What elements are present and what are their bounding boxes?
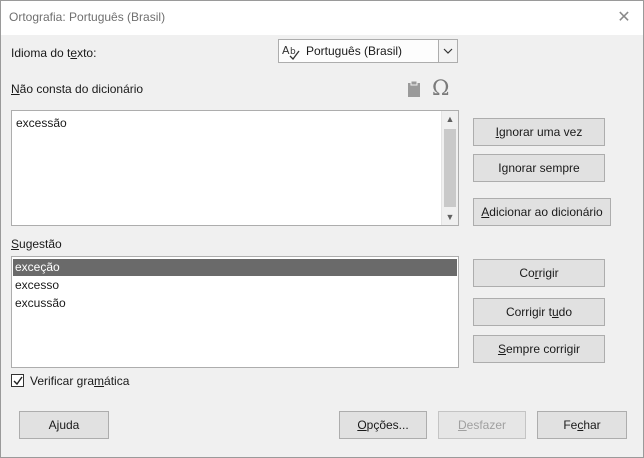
window-title: Ortografia: Português (Brasil) bbox=[9, 10, 166, 24]
spelling-dialog: Ortografia: Português (Brasil) ✕ Idioma … bbox=[0, 0, 644, 458]
correct-all-button[interactable]: Corrigir tudo bbox=[473, 298, 605, 326]
scroll-thumb[interactable] bbox=[444, 129, 456, 207]
text-area-scrollbar[interactable]: ▲ ▼ bbox=[441, 111, 458, 225]
spellcheck-language-icon: A b bbox=[282, 42, 302, 60]
scroll-up-icon[interactable]: ▲ bbox=[442, 111, 458, 127]
title-bar: Ortografia: Português (Brasil) ✕ bbox=[1, 1, 643, 35]
check-grammar-checkbox[interactable] bbox=[11, 374, 24, 387]
close-icon[interactable]: ✕ bbox=[615, 9, 633, 27]
language-label: Idioma do texto: bbox=[11, 46, 97, 60]
correct-button[interactable]: Corrigir bbox=[473, 259, 605, 287]
scroll-down-icon[interactable]: ▼ bbox=[442, 209, 458, 225]
help-button[interactable]: Ajuda bbox=[19, 411, 109, 439]
suggestion-item[interactable]: excussão bbox=[13, 295, 457, 312]
always-correct-button[interactable]: Sempre corrigir bbox=[473, 335, 605, 363]
language-select[interactable]: A b Português (Brasil) bbox=[278, 39, 458, 63]
ignore-once-button[interactable]: Ignorar uma vez bbox=[473, 118, 605, 146]
omega-icon[interactable]: Ω bbox=[432, 76, 449, 100]
suggestion-item[interactable]: exceção bbox=[13, 259, 457, 276]
language-selected-value: Português (Brasil) bbox=[306, 44, 403, 58]
paste-icon[interactable] bbox=[407, 80, 421, 98]
check-grammar-label: Verificar gramática bbox=[30, 374, 130, 388]
add-to-dictionary-button[interactable]: Adicionar ao dicionário bbox=[473, 198, 611, 226]
close-button[interactable]: Fechar bbox=[537, 411, 627, 439]
undo-button[interactable]: Desfazer bbox=[438, 411, 526, 439]
not-in-dictionary-label: Não consta do dicionário bbox=[11, 82, 144, 96]
misspelled-word: excessão bbox=[16, 116, 67, 130]
chevron-down-icon[interactable] bbox=[438, 40, 457, 62]
suggestion-item[interactable]: excesso bbox=[13, 277, 457, 294]
suggestions-list[interactable]: exceção excesso excussão bbox=[11, 256, 459, 368]
options-button[interactable]: Opções... bbox=[339, 411, 427, 439]
ignore-all-button[interactable]: Ignorar sempre bbox=[473, 154, 605, 182]
svg-text:A: A bbox=[282, 44, 290, 57]
misspelled-text-area[interactable]: excessão ▲ ▼ bbox=[11, 110, 459, 226]
suggestions-label: Sugestão bbox=[11, 237, 62, 251]
